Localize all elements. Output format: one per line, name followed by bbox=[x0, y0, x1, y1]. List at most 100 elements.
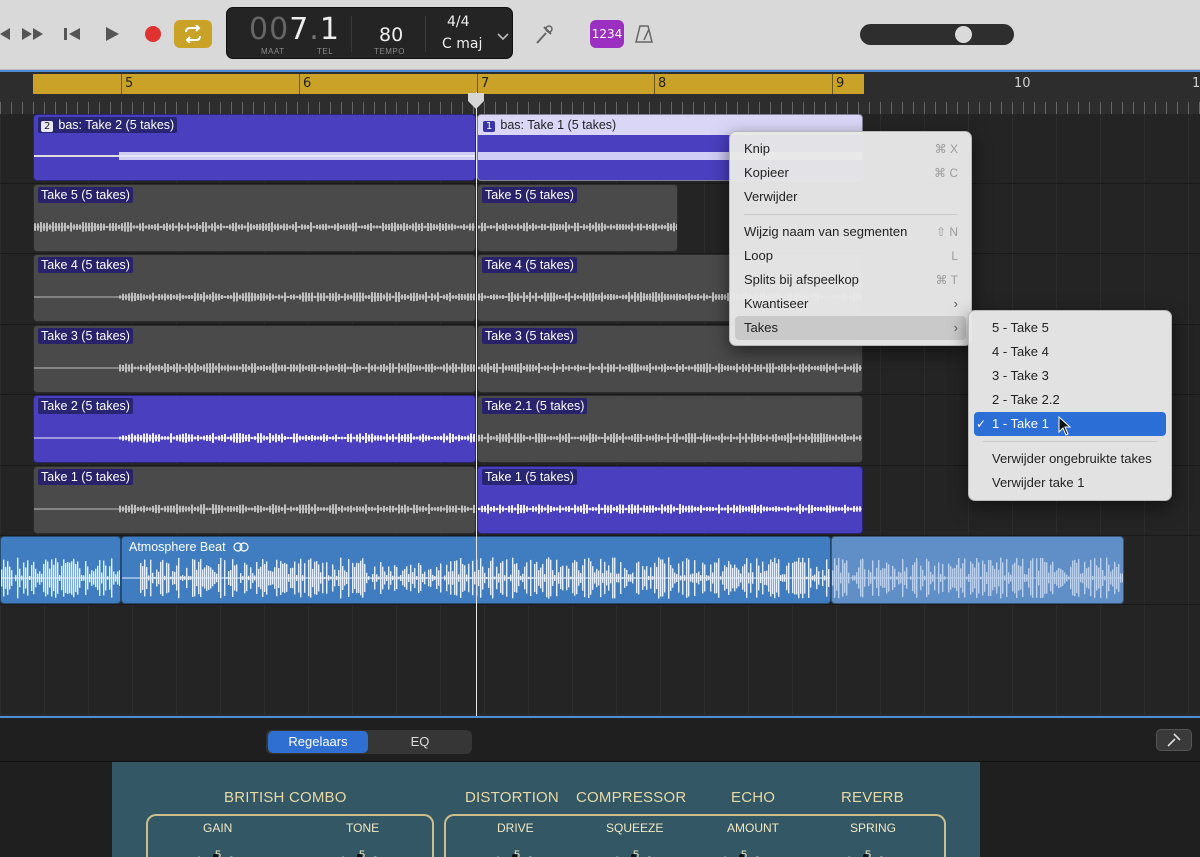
menu-label: 5 - Take 5 bbox=[992, 320, 1049, 335]
waveform bbox=[34, 363, 475, 373]
menu-label: 1 - Take 1 bbox=[992, 416, 1049, 431]
take-region[interactable]: Take 1 (5 takes) bbox=[33, 466, 476, 534]
knob-label-gain: GAIN bbox=[203, 821, 233, 835]
fast-forward-icon[interactable] bbox=[18, 20, 48, 48]
menu-item-kwantiseer[interactable]: Kwantiseer › bbox=[735, 292, 966, 316]
bar-number: 7 bbox=[481, 76, 490, 91]
menu-label: 4 - Take 4 bbox=[992, 344, 1049, 359]
tuner-icon[interactable] bbox=[530, 20, 558, 48]
region-title: Take 3 (5 takes) bbox=[38, 328, 133, 344]
menu-item-delete-unused-takes[interactable]: Verwijder ongebruikte takes bbox=[974, 447, 1166, 471]
menu-item-split[interactable]: Splits bij afspeelkop ⌘ T bbox=[735, 268, 966, 292]
region-title-text: bas: Take 1 (5 takes) bbox=[500, 118, 617, 132]
menu-item-loop[interactable]: Loop L bbox=[735, 244, 966, 268]
bar-number: 10 bbox=[1014, 76, 1031, 91]
menu-item-take-2-2[interactable]: 2 - Take 2.2 bbox=[974, 388, 1166, 412]
cycle-icon[interactable] bbox=[174, 20, 212, 48]
menu-item-take-5[interactable]: 5 - Take 5 bbox=[974, 316, 1166, 340]
bar-number: 11 bbox=[1192, 76, 1200, 91]
take-region[interactable]: Take 2 (5 takes) bbox=[33, 395, 476, 463]
region-title: Take 4 (5 takes) bbox=[38, 257, 133, 273]
region-title: Take 2.1 (5 takes) bbox=[482, 398, 588, 414]
region-title: Atmosphere Beat bbox=[126, 539, 252, 556]
beat-value: 1 bbox=[319, 12, 340, 47]
smart-controls-edit-button[interactable] bbox=[1156, 729, 1192, 751]
menu-item-kopieer[interactable]: Kopieer ⌘ C bbox=[735, 161, 966, 185]
drummer-region-loop[interactable] bbox=[831, 536, 1124, 604]
cycle-region[interactable] bbox=[33, 74, 864, 94]
count-in-button[interactable]: 1234 bbox=[590, 20, 624, 48]
checkmark-icon: ✓ bbox=[976, 417, 987, 431]
region-title: Take 5 (5 takes) bbox=[38, 187, 133, 203]
smart-controls-panel: Regelaars EQ BRITISH COMBO DISTORTION CO… bbox=[0, 716, 1200, 857]
menu-item-knip[interactable]: Knip ⌘ X bbox=[735, 137, 966, 161]
section-distortion: DISTORTION bbox=[465, 789, 559, 806]
slider-knob[interactable] bbox=[955, 26, 973, 43]
rewind-icon[interactable] bbox=[0, 20, 12, 48]
waveform bbox=[34, 504, 475, 514]
menu-shortcut: ⇧ N bbox=[935, 225, 958, 239]
record-icon[interactable] bbox=[140, 20, 166, 48]
drummer-region[interactable] bbox=[0, 536, 121, 604]
region-context-menu: Knip ⌘ X Kopieer ⌘ C Verwijder Wijzig naam… bbox=[729, 131, 972, 346]
menu-item-delete-take-1[interactable]: Verwijder take 1 bbox=[974, 471, 1166, 495]
knob-label-squeeze: SQUEEZE bbox=[606, 821, 664, 835]
bar-tick bbox=[654, 74, 655, 94]
menu-label: Kopieer bbox=[744, 165, 789, 180]
section-compressor: COMPRESSOR bbox=[576, 789, 687, 806]
play-icon[interactable] bbox=[100, 20, 124, 48]
menu-item-rename[interactable]: Wijzig naam van segmenten ⇧ N bbox=[735, 220, 966, 244]
menu-item-takes[interactable]: Takes › bbox=[735, 316, 966, 340]
menu-label: Splits bij afspeelkop bbox=[744, 272, 859, 287]
menu-item-take-3[interactable]: 3 - Take 3 bbox=[974, 364, 1166, 388]
master-volume-slider[interactable] bbox=[860, 24, 1014, 45]
tab-regelaars[interactable]: Regelaars bbox=[268, 731, 368, 753]
chevron-right-icon: › bbox=[953, 296, 958, 311]
take-region[interactable]: Take 1 (5 takes) bbox=[477, 466, 863, 534]
to-start-icon[interactable] bbox=[60, 20, 84, 48]
take-region[interactable]: Take 4 (5 takes) bbox=[33, 254, 476, 322]
lcd-display[interactable]: 007.1 MAAT TEL 80 TEMPO 4/4 C maj bbox=[226, 7, 513, 59]
menu-label: Wijzig naam van segmenten bbox=[744, 224, 908, 239]
menu-shortcut: L bbox=[951, 249, 958, 263]
menu-label: Kwantiseer bbox=[744, 296, 809, 311]
menu-item-take-4[interactable]: 4 - Take 4 bbox=[974, 340, 1166, 364]
lane-divider bbox=[0, 604, 1200, 605]
timeline-ruler[interactable]: 5 6 7 8 9 10 11 bbox=[0, 70, 1200, 114]
bass-comp-region[interactable]: 2 bas: Take 2 (5 takes) bbox=[33, 114, 476, 181]
menu-item-verwijder[interactable]: Verwijder bbox=[735, 185, 966, 209]
playhead-handle[interactable] bbox=[467, 92, 485, 110]
amp-group-box bbox=[146, 814, 434, 857]
take-region[interactable]: Take 3 (5 takes) bbox=[33, 325, 476, 393]
waveform bbox=[478, 433, 862, 443]
menu-label: Takes bbox=[744, 320, 778, 335]
control-bar: 007.1 MAAT TEL 80 TEMPO 4/4 C maj 1234 bbox=[0, 0, 1200, 70]
bar-number: 6 bbox=[303, 76, 312, 91]
knob-label-tone: TONE bbox=[346, 821, 380, 835]
drummer-region-title: Atmosphere Beat bbox=[129, 540, 226, 554]
mouse-pointer-icon bbox=[1058, 415, 1072, 444]
region-title: Take 1 (5 takes) bbox=[38, 469, 133, 485]
position-readout: 007.1 bbox=[249, 12, 340, 47]
chevron-down-icon[interactable] bbox=[497, 28, 509, 46]
take-region[interactable]: Take 5 (5 takes) bbox=[477, 184, 678, 252]
bar-label: MAAT bbox=[261, 47, 285, 56]
take-number-badge: 1 bbox=[483, 121, 496, 132]
metronome-icon[interactable] bbox=[632, 20, 656, 48]
bar-dim: 00 bbox=[249, 12, 290, 47]
waveform bbox=[478, 363, 862, 373]
menu-item-take-1[interactable]: ✓ 1 - Take 1 bbox=[974, 412, 1166, 436]
take-region[interactable]: Take 5 (5 takes) bbox=[33, 184, 476, 252]
bar-tick bbox=[832, 74, 833, 94]
knob-label-amount: AMOUNT bbox=[727, 821, 779, 835]
menu-label: Verwijder bbox=[744, 189, 798, 204]
menu-shortcut: ⌘ X bbox=[934, 142, 958, 156]
bar-number: 9 bbox=[836, 76, 845, 91]
region-title: Take 5 (5 takes) bbox=[482, 187, 577, 203]
take-region[interactable]: Take 2.1 (5 takes) bbox=[477, 395, 863, 463]
tab-eq[interactable]: EQ bbox=[370, 731, 470, 753]
menu-label: 3 - Take 3 bbox=[992, 368, 1049, 383]
playhead[interactable] bbox=[476, 92, 477, 716]
knob-label-spring: SPRING bbox=[850, 821, 897, 835]
waveform bbox=[478, 504, 862, 514]
